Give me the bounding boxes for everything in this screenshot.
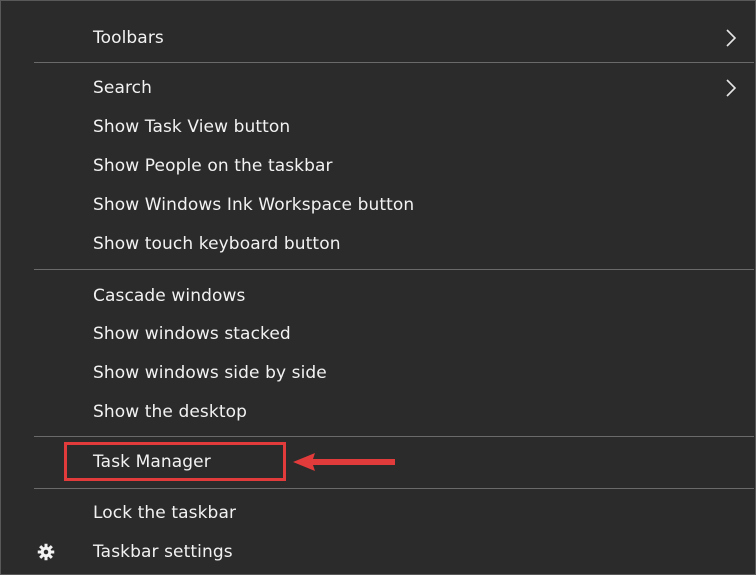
- menu-item-label: Taskbar settings: [93, 542, 233, 562]
- menu-item-label: Show windows side by side: [93, 363, 327, 383]
- menu-item-label: Show the desktop: [93, 402, 247, 422]
- menu-item-toolbars[interactable]: Toolbars: [2, 19, 754, 57]
- menu-item-show-windows-side-by-side[interactable]: Show windows side by side: [2, 354, 754, 392]
- taskbar-context-menu: Toolbars Search Show Task View button Sh…: [0, 0, 756, 575]
- menu-separator: [34, 62, 754, 63]
- menu-item-lock-the-taskbar[interactable]: Lock the taskbar: [2, 494, 754, 532]
- menu-item-label: Search: [93, 78, 153, 98]
- menu-item-show-touch-keyboard[interactable]: Show touch keyboard button: [2, 225, 754, 263]
- menu-item-label: Show touch keyboard button: [93, 234, 341, 254]
- menu-separator: [34, 436, 754, 437]
- chevron-right-icon: [726, 29, 737, 47]
- chevron-right-icon: [726, 79, 737, 97]
- menu-item-label: Toolbars: [93, 28, 164, 48]
- menu-item-label: Show People on the taskbar: [93, 156, 333, 176]
- menu-item-show-the-desktop[interactable]: Show the desktop: [2, 393, 754, 431]
- gear-icon: [37, 543, 55, 561]
- menu-item-show-windows-ink[interactable]: Show Windows Ink Workspace button: [2, 186, 754, 224]
- menu-item-show-people[interactable]: Show People on the taskbar: [2, 147, 754, 185]
- task-manager-highlight-box: [64, 442, 286, 481]
- menu-item-label: Show Task View button: [93, 117, 291, 137]
- menu-item-label: Lock the taskbar: [93, 503, 237, 523]
- red-arrow-icon: [293, 453, 395, 471]
- menu-item-show-task-view-button[interactable]: Show Task View button: [2, 108, 754, 146]
- menu-item-label: Cascade windows: [93, 286, 246, 306]
- menu-item-label: Show windows stacked: [93, 324, 291, 344]
- menu-item-cascade-windows[interactable]: Cascade windows: [2, 277, 754, 315]
- menu-separator: [34, 269, 754, 270]
- menu-item-taskbar-settings[interactable]: Taskbar settings: [2, 533, 754, 571]
- menu-item-label: Show Windows Ink Workspace button: [93, 195, 415, 215]
- menu-separator: [34, 488, 754, 489]
- menu-item-show-windows-stacked[interactable]: Show windows stacked: [2, 315, 754, 353]
- menu-item-search[interactable]: Search: [2, 69, 754, 107]
